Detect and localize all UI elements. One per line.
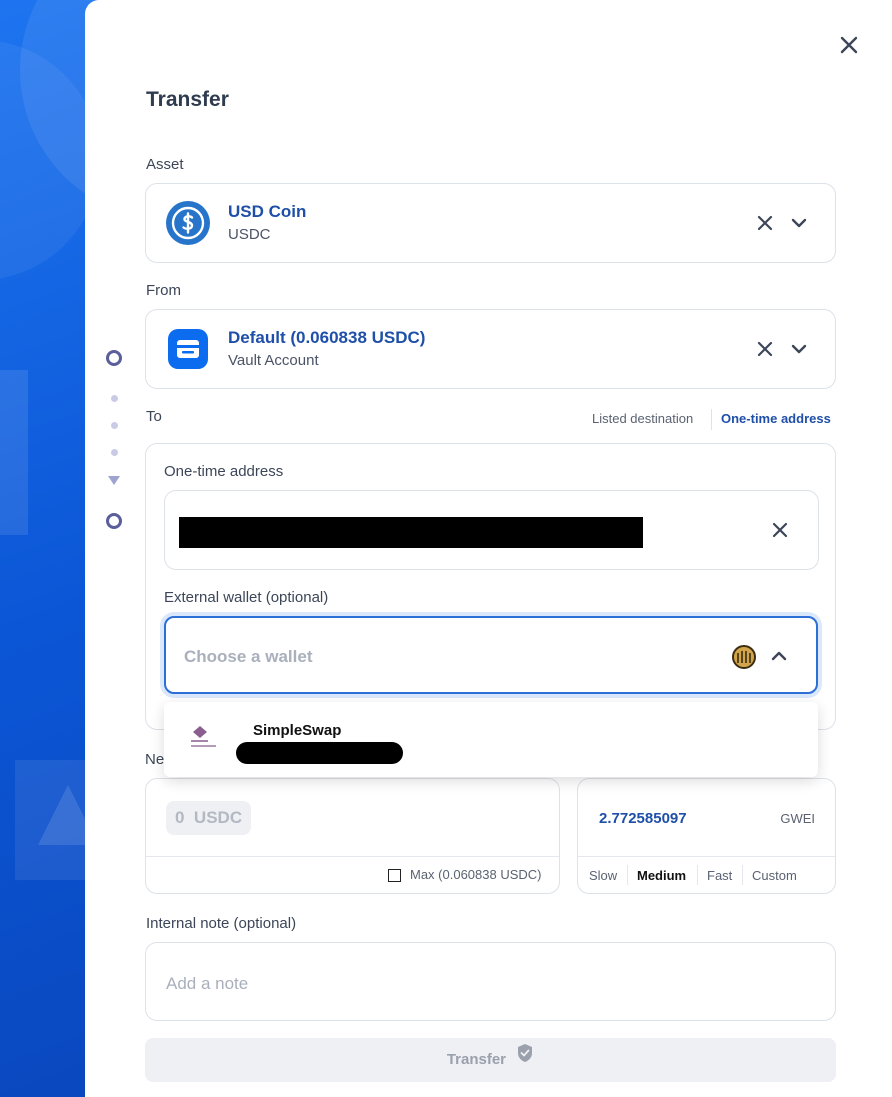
speed-fast[interactable]: Fast <box>707 868 732 883</box>
note-input[interactable]: Add a note <box>145 942 836 1021</box>
wallet-option-name: SimpleSwap <box>253 722 342 739</box>
clear-from-icon[interactable] <box>756 340 774 358</box>
wallet-brand-icon <box>732 645 756 669</box>
step-dot <box>111 395 118 402</box>
wallet-dropdown: SimpleSwap <box>164 702 818 777</box>
chevron-down-icon[interactable] <box>790 214 808 232</box>
note-label: Internal note (optional) <box>146 915 297 932</box>
step-arrow-icon <box>108 476 120 485</box>
dialog-title: Transfer <box>146 88 229 111</box>
external-wallet-label: External wallet (optional) <box>164 589 329 606</box>
shield-check-icon <box>516 1037 534 1081</box>
chevron-up-icon[interactable] <box>770 647 788 665</box>
from-account-name: Default (0.060838 USDC) <box>228 328 426 347</box>
divider <box>697 865 698 885</box>
close-icon[interactable] <box>838 34 860 56</box>
toggle-divider <box>711 409 712 430</box>
wallet-select[interactable]: Choose a wallet <box>164 616 818 694</box>
to-label: To <box>146 408 162 425</box>
one-time-address-label: One-time address <box>164 463 284 480</box>
speed-slow[interactable]: Slow <box>589 868 617 883</box>
divider <box>578 856 835 857</box>
gas-unit: GWEI <box>780 811 815 826</box>
from-select[interactable]: Default (0.060838 USDC) Vault Account <box>145 309 836 389</box>
toggle-one-time-address[interactable]: One-time address <box>721 411 831 426</box>
toggle-listed-destination[interactable]: Listed destination <box>592 411 693 426</box>
asset-label: Asset <box>146 156 184 173</box>
wallet-placeholder: Choose a wallet <box>184 647 313 666</box>
divider <box>742 865 743 885</box>
redacted-address <box>179 517 643 548</box>
step-start-ring <box>106 350 122 366</box>
simpleswap-icon <box>188 726 216 754</box>
asset-symbol: USDC <box>228 226 271 243</box>
amount-pill: 0 USDC <box>166 801 252 835</box>
amount-field[interactable]: 0 USDC Max (0.060838 USDC) <box>145 778 560 894</box>
clear-asset-icon[interactable] <box>756 214 774 232</box>
asset-select[interactable]: USD Coin USDC <box>145 183 836 263</box>
amount-unit: USDC <box>193 808 243 827</box>
transfer-button[interactable]: Transfer <box>145 1038 836 1082</box>
speed-custom[interactable]: Custom <box>752 868 797 883</box>
gas-value: 2.772585097 <box>599 810 687 827</box>
address-input[interactable] <box>164 490 819 570</box>
vault-icon <box>168 329 208 369</box>
clear-address-icon[interactable] <box>771 521 789 539</box>
max-label[interactable]: Max (0.060838 USDC) <box>410 867 542 882</box>
step-dot <box>111 449 118 456</box>
transfer-button-label: Transfer <box>446 1051 507 1068</box>
speed-medium[interactable]: Medium <box>637 868 686 883</box>
max-checkbox[interactable] <box>388 869 401 882</box>
step-dot <box>111 422 118 429</box>
redacted-wallet-address <box>236 742 403 764</box>
chevron-down-icon[interactable] <box>790 340 808 358</box>
bg-shape <box>0 370 28 535</box>
step-end-ring <box>106 513 122 529</box>
from-label: From <box>146 282 181 299</box>
usdc-coin-icon <box>166 201 210 245</box>
step-indicator <box>105 350 125 530</box>
network-fee-label: Ne <box>145 751 165 768</box>
note-placeholder: Add a note <box>166 974 249 993</box>
from-account-type: Vault Account <box>228 352 319 369</box>
divider <box>146 856 559 857</box>
divider <box>627 865 628 885</box>
gas-fee-field[interactable]: 2.772585097 GWEI Slow Medium Fast Custom <box>577 778 836 894</box>
asset-name: USD Coin <box>228 202 307 221</box>
amount-value: 0 <box>175 808 185 827</box>
